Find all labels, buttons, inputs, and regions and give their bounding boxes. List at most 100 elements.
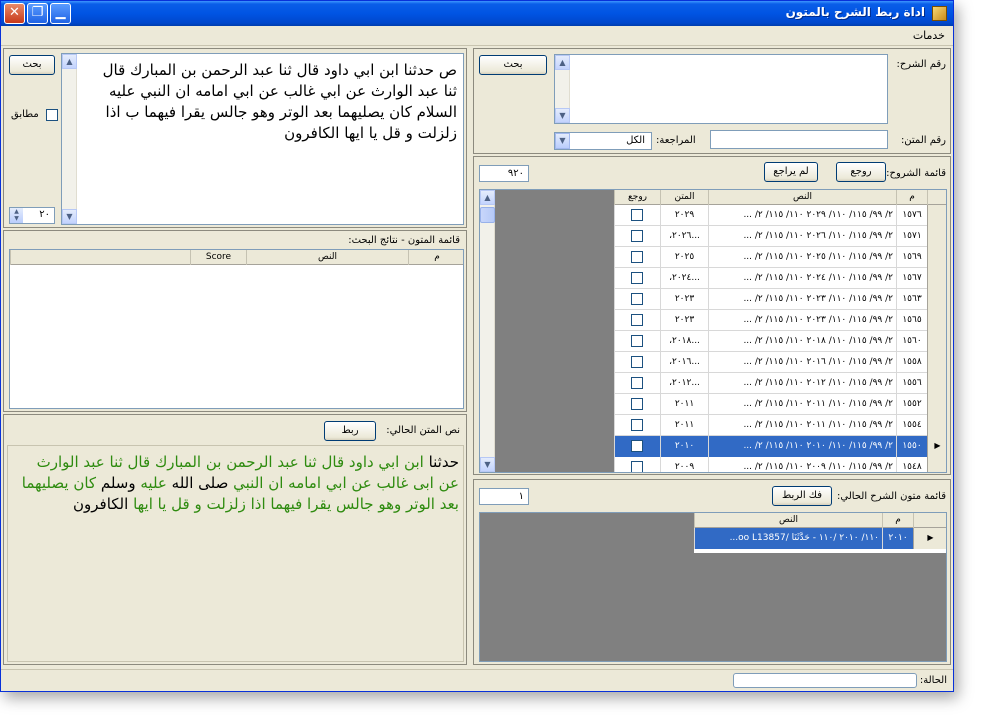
reviewed-checkbox[interactable]: [631, 209, 643, 221]
sharh-number-label: رقم الشرح:: [896, 59, 946, 70]
text-search-button[interactable]: بحث: [9, 55, 55, 75]
reviewed-checkbox[interactable]: [631, 356, 643, 368]
reviewed-checkbox[interactable]: [631, 377, 643, 389]
table-row[interactable]: ٢٠٢٥ ٢/ ٩٩/ ١١٥/ ١١٠/ ٢٠٢٥ ١١٠/ ١١٥/ ٢/ .…: [614, 247, 946, 268]
row-header[interactable]: [927, 394, 946, 415]
current-text-box[interactable]: حدثنا ابن ابي داود قال ثنا عبد الرحمن بن…: [7, 445, 464, 662]
row-header[interactable]: [927, 457, 946, 472]
reviewed-checkbox[interactable]: [631, 272, 643, 284]
scroll-up-icon[interactable]: ▲: [62, 54, 77, 69]
shuruh-grid-scrollbar[interactable]: ▲ ▼: [480, 190, 495, 472]
scroll-up-icon[interactable]: ▲: [480, 190, 495, 205]
table-row[interactable]: ٢٠٠٩ ٢/ ٩٩/ ١١٥/ ١١٠/ ٢٠٠٩ ١١٠/ ١١٥/ ٢/ .…: [614, 457, 946, 472]
search-text-input[interactable]: ▲ ▼ ص حدثنا ابن ابي داود قال ثنا عبد الر…: [61, 53, 464, 225]
col-score[interactable]: Score: [190, 250, 246, 265]
row-pointer-icon[interactable]: ▶: [927, 436, 946, 457]
table-row[interactable]: ٢٠١٠ ٢/ ٩٩/ ١١٥/ ١١٠/ ٢٠١٠ ١١٠/ ١١٥/ ٢/ .…: [614, 436, 946, 457]
table-row[interactable]: ...٢٠٢٦، ٢/ ٩٩/ ١١٥/ ١١٠/ ٢٠٢٦ ١١٠/ ١١٥/ …: [614, 226, 946, 247]
table-row[interactable]: ٢٠١١ ٢/ ٩٩/ ١١٥/ ١١٠/ ٢٠١١ ١١٠/ ١١٥/ ٢/ .…: [614, 394, 946, 415]
table-row[interactable]: ...٢٠٢٤، ٢/ ٩٩/ ١١٥/ ١١٠/ ٢٠٢٤ ١١٠/ ١١٥/ …: [614, 268, 946, 289]
reviewed-checkbox[interactable]: [631, 419, 643, 431]
search-text-scrollbar[interactable]: ▲ ▼: [62, 54, 77, 224]
minimize-button[interactable]: ▁: [50, 3, 71, 24]
number-cell: ١٥٤٨: [896, 457, 927, 472]
sharh-number-input[interactable]: ▲ ▼: [554, 54, 888, 124]
sharh-search-button[interactable]: بحث: [479, 55, 547, 75]
menu-services[interactable]: خدمات: [913, 29, 945, 42]
row-header[interactable]: [927, 331, 946, 352]
maximize-button[interactable]: ❐: [27, 3, 48, 24]
col-number[interactable]: م: [408, 250, 463, 265]
matn-number-input[interactable]: [710, 130, 888, 149]
current-text-label: نص المتن الحالي:: [386, 425, 460, 436]
matn-cell: ٢٠١١: [660, 394, 708, 415]
reviewed-filter-button[interactable]: روجع: [836, 162, 886, 182]
row-header[interactable]: [927, 268, 946, 289]
col-text[interactable]: النص: [694, 513, 882, 528]
row-header[interactable]: [927, 352, 946, 373]
scroll-down-icon[interactable]: ▼: [555, 108, 570, 123]
reviewed-checkbox[interactable]: [631, 314, 643, 326]
review-select[interactable]: ▼ الكل: [554, 132, 652, 150]
scroll-thumb[interactable]: [480, 207, 495, 223]
row-header[interactable]: [927, 205, 946, 226]
number-cell: ١٥٦٧: [896, 268, 927, 289]
table-row[interactable]: ...٢٠١٢، ٢/ ٩٩/ ١١٥/ ١١٠/ ٢٠١٢ ١١٠/ ١١٥/ …: [614, 373, 946, 394]
table-row[interactable]: ١١٠/ ٢٠١٠ /١١٠ - حَدَّثَنَا /oo L13857..…: [694, 528, 946, 549]
scroll-down-icon[interactable]: ▼: [62, 209, 77, 224]
text-segment: صلى الله: [171, 474, 229, 492]
scroll-up-icon[interactable]: ▲: [555, 55, 570, 70]
reviewed-checkbox[interactable]: [631, 251, 643, 263]
shuruh-grid[interactable]: ▲ ▼ روجع المتن النص م ٢٠٢٩ ٢/ ٩٩/ ١١٥/ ١١…: [479, 189, 947, 473]
close-button[interactable]: ✕: [4, 3, 25, 24]
table-row[interactable]: ...٢٠١٨، ٢/ ٩٩/ ١١٥/ ١١٠/ ٢٠١٨ ١١٠/ ١١٥/ …: [614, 331, 946, 352]
text-segment: وسلم: [100, 474, 136, 492]
current-links-grid[interactable]: النص م ١١٠/ ٢٠١٠ /١١٠ - حَدَّثَنَا /oo L…: [479, 512, 947, 662]
matn-number-label: رقم المتن:: [900, 135, 946, 146]
table-row[interactable]: ٢٠١١ ٢/ ٩٩/ ١١٥/ ١١٠/ ٢٠١١ ١١٠/ ١١٥/ ٢/ .…: [614, 415, 946, 436]
col-text[interactable]: النص: [708, 190, 896, 205]
row-header[interactable]: [927, 226, 946, 247]
reviewed-cell: [614, 226, 660, 247]
result-count-spinner[interactable]: ▲ ▼ ٢٠: [9, 207, 55, 224]
reviewed-checkbox[interactable]: [631, 230, 643, 242]
col-reviewed[interactable]: روجع: [614, 190, 660, 205]
unlink-button[interactable]: فك الربط: [772, 486, 832, 506]
match-checkbox[interactable]: [46, 109, 58, 121]
number-cell: ١٥٥٢: [896, 394, 927, 415]
row-header[interactable]: [927, 310, 946, 331]
reviewed-checkbox[interactable]: [631, 398, 643, 410]
table-row[interactable]: ٢٠٢٣ ٢/ ٩٩/ ١١٥/ ١١٠/ ٢٠٢٣ ١١٠/ ١١٥/ ٢/ .…: [614, 310, 946, 331]
table-row[interactable]: ...٢٠١٦، ٢/ ٩٩/ ١١٥/ ١١٠/ ٢٠١٦ ١١٠/ ١١٥/ …: [614, 352, 946, 373]
reviewed-cell: [614, 415, 660, 436]
reviewed-cell: [614, 457, 660, 472]
not-reviewed-filter-button[interactable]: لم يراجع: [764, 162, 818, 182]
title-bar[interactable]: ✕ ❐ ▁ اداة ربط الشرح بالمتون: [1, 1, 953, 26]
reviewed-checkbox[interactable]: [631, 461, 643, 472]
text-cell: ٢/ ٩٩/ ١١٥/ ١١٠/ ٢٠٠٩ ١١٠/ ١١٥/ ٢/ ...: [708, 457, 896, 472]
number-cell: ١٥٧٦: [896, 205, 927, 226]
search-results-grid[interactable]: Score النص م: [9, 249, 464, 409]
matn-cell: ٢٠٢٥: [660, 247, 708, 268]
match-label: مطابق: [11, 109, 39, 120]
row-header[interactable]: [927, 247, 946, 268]
row-header[interactable]: [927, 415, 946, 436]
col-number[interactable]: م: [896, 190, 927, 205]
link-button[interactable]: ربط: [324, 421, 376, 441]
sharh-input-scrollbar[interactable]: ▲ ▼: [555, 55, 570, 123]
col-text[interactable]: النص: [246, 250, 408, 265]
reviewed-checkbox[interactable]: [631, 440, 643, 452]
table-row[interactable]: ٢٠٢٩ ٢/ ٩٩/ ١١٥/ ١١٠/ ٢٠٢٩ ١١٠/ ١١٥/ ٢/ .…: [614, 205, 946, 226]
reviewed-checkbox[interactable]: [631, 293, 643, 305]
row-header[interactable]: [927, 373, 946, 394]
row-header[interactable]: [927, 289, 946, 310]
reviewed-cell: [614, 247, 660, 268]
current-links-grid-body: النص م ١١٠/ ٢٠١٠ /١١٠ - حَدَّثَنَا /oo L…: [694, 513, 946, 553]
spinner-arrows-icon[interactable]: ▲ ▼: [10, 208, 23, 223]
scroll-down-icon[interactable]: ▼: [480, 457, 495, 472]
chevron-down-icon[interactable]: ▼: [555, 133, 570, 149]
col-number[interactable]: م: [882, 513, 913, 528]
reviewed-checkbox[interactable]: [631, 335, 643, 347]
col-matn[interactable]: المتن: [660, 190, 708, 205]
table-row[interactable]: ٢٠٢٣ ٢/ ٩٩/ ١١٥/ ١١٠/ ٢٠٢٣ ١١٠/ ١١٥/ ٢/ .…: [614, 289, 946, 310]
